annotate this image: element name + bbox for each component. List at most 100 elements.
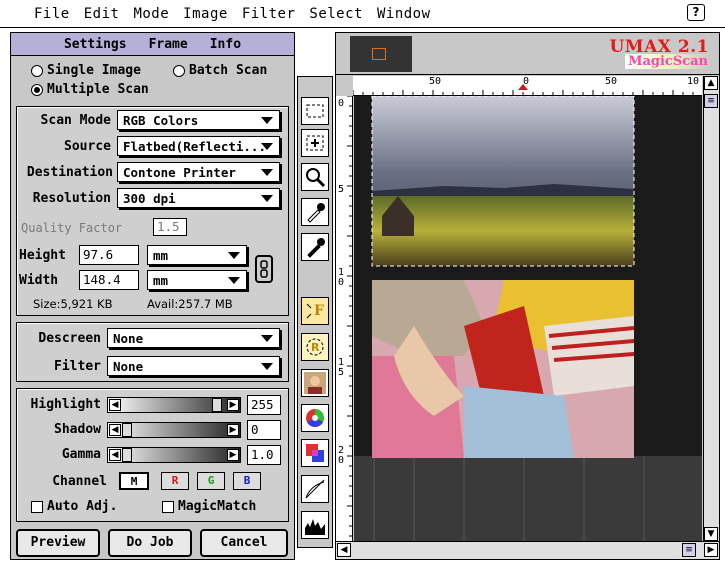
radio-single-image[interactable]: Single Image [31,63,141,78]
tab-frame[interactable]: Frame [147,37,190,52]
gamma-slider[interactable]: ◀ ▶ [107,447,241,463]
add-frame-tool-icon[interactable] [301,129,329,157]
tab-settings[interactable]: Settings [62,37,129,52]
panel-tabbar: Settings Frame Info [11,33,294,56]
menu-select[interactable]: Select [309,6,363,22]
link-proportions-icon[interactable] [255,255,273,283]
height-field[interactable]: 97.6 [79,245,139,265]
radio-batch-scan-label: Batch Scan [189,63,268,78]
resolution-dropdown[interactable]: 300 dpi [117,188,280,208]
checkbox-box[interactable] [31,500,43,513]
white-eyedropper-tool-icon[interactable] [301,198,329,226]
slider-right-arrow-icon[interactable]: ▶ [227,399,239,411]
width-unit-value: mm [153,272,169,288]
preview-button[interactable]: Preview [16,529,100,557]
tone-adjust-group: Highlight ◀ ▶ 255 Shadow ◀ ▶ 0 Gamma ◀ ▶… [16,388,289,522]
curves-tool-icon[interactable] [301,475,329,503]
marquee-tool-icon[interactable] [301,97,329,125]
channel-m-button[interactable]: M [119,472,149,490]
magicmatch-label: MagicMatch [178,499,257,514]
slider-thumb[interactable] [122,423,132,437]
rotate-tool-icon[interactable]: R [301,333,329,361]
color-balance-tool-icon[interactable] [301,439,329,467]
source-dropdown[interactable]: Flatbed(Reflecti... [117,136,280,156]
width-field[interactable]: 148.4 [79,270,139,290]
descreen-dropdown[interactable]: None [107,328,280,348]
image-preview-tool-icon[interactable] [301,369,329,397]
vertical-ruler: 0 5 1 0 1 5 2 0 [336,96,353,541]
scroll-down-arrow-icon[interactable]: ▼ [704,527,718,541]
filter-dropdown[interactable]: None [107,356,280,376]
color-balance-icon [306,444,324,462]
radio-multiple-scan[interactable]: Multiple Scan [31,82,149,97]
radio-batch-scan[interactable]: Batch Scan [173,63,267,78]
quality-factor-field: 1.5 [153,218,187,236]
portrait-icon [304,372,326,394]
channel-r-button[interactable]: R [161,472,189,490]
radio-circle[interactable] [31,64,43,77]
radio-circle-selected[interactable] [31,83,43,96]
menu-edit[interactable]: Edit [84,6,120,22]
height-label: Height [19,248,66,263]
scan-mode-dropdown[interactable]: RGB Colors [117,110,280,130]
slider-left-arrow-icon[interactable]: ◀ [109,399,121,411]
horizontal-ruler: 50 0 50 10 [353,76,702,96]
curves-icon [305,479,325,499]
destination-dropdown[interactable]: Contone Printer [117,162,280,182]
scroll-left-arrow-icon[interactable]: ◀ [337,543,351,557]
menu-filter[interactable]: Filter [242,6,296,22]
menu-image[interactable]: Image [183,6,228,22]
black-eyedropper-tool-icon[interactable] [301,233,329,261]
menu-window[interactable]: Window [377,6,431,22]
menu-mode[interactable]: Mode [133,6,169,22]
tab-info[interactable]: Info [208,37,243,52]
preview-canvas[interactable] [354,96,702,541]
slider-thumb[interactable] [212,398,222,412]
slider-right-arrow-icon[interactable]: ▶ [227,449,239,461]
channel-b-button[interactable]: B [233,472,261,490]
filter-value: None [113,358,144,374]
shadow-field[interactable]: 0 [247,420,281,440]
checkbox-box[interactable] [162,500,174,513]
do-job-button[interactable]: Do Job [108,529,192,557]
width-unit-dropdown[interactable]: mm [147,270,247,290]
highlight-slider[interactable]: ◀ ▶ [107,397,241,413]
cancel-button[interactable]: Cancel [200,529,288,557]
slider-left-arrow-icon[interactable]: ◀ [109,424,121,436]
menu-file[interactable]: File [34,6,70,22]
menubar: File Edit Mode Image Filter Select Windo… [0,0,725,28]
slider-right-arrow-icon[interactable]: ▶ [227,424,239,436]
auto-adj-label: Auto Adj. [47,499,118,514]
color-wheel-tool-icon[interactable] [301,404,329,432]
height-unit-dropdown[interactable]: mm [147,245,247,265]
highlight-label: Highlight [30,397,101,412]
vertical-scrollbar[interactable]: ▲ ≡ ▼ [703,76,719,541]
preview-header: UMAX 2.1 MagicScan [336,33,719,75]
slider-thumb[interactable] [122,448,132,462]
magicmatch-checkbox[interactable]: MagicMatch [162,499,256,514]
scroll-right-arrow-icon[interactable]: ▶ [704,543,718,557]
scroll-thumb[interactable]: ≡ [704,94,718,108]
channel-g-button[interactable]: G [197,472,225,490]
destination-label: Destination [26,165,113,180]
auto-focus-tool-icon[interactable]: F [301,297,329,325]
scan-settings-panel: Settings Frame Info Single Image Batch S… [10,32,295,560]
overview-thumbnail[interactable] [350,36,412,72]
auto-adj-checkbox[interactable]: Auto Adj. [31,499,117,514]
gamma-field[interactable]: 1.0 [247,445,281,465]
highlight-field[interactable]: 255 [247,395,281,415]
radio-circle[interactable] [173,64,185,77]
apple-icon[interactable] [8,4,34,24]
scroll-thumb[interactable]: ≡ [682,543,696,557]
shadow-slider[interactable]: ◀ ▶ [107,422,241,438]
slider-left-arrow-icon[interactable]: ◀ [109,449,121,461]
focus-icon: F [306,303,324,319]
help-icon[interactable]: ? [687,4,705,21]
histogram-tool-icon[interactable] [301,511,329,539]
horizontal-scrollbar[interactable]: ◀ ≡ ▶ [336,541,719,559]
ruler-label: 1 5 [338,357,345,378]
eyedropper-icon [307,238,325,258]
scan-preview-image [354,96,702,541]
scroll-up-arrow-icon[interactable]: ▲ [704,76,718,90]
zoom-tool-icon[interactable] [301,163,329,191]
